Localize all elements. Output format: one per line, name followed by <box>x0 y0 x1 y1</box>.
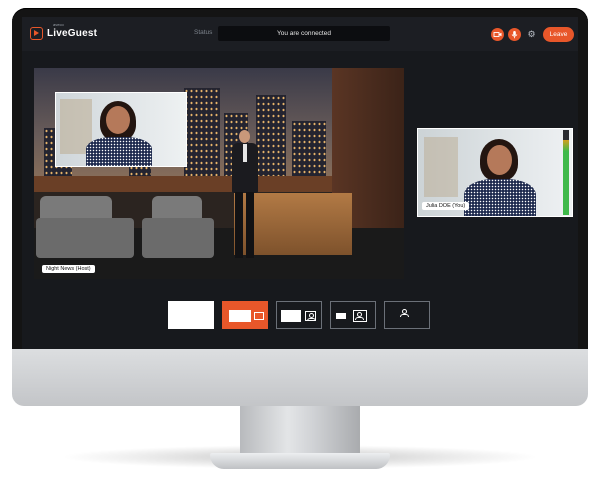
skyline-building <box>292 121 326 183</box>
layout-person-only-button[interactable] <box>384 301 430 329</box>
main-video-guest-inset <box>55 92 187 167</box>
monitor-chin <box>12 349 588 406</box>
app-subtitle: aveco <box>53 22 64 27</box>
main-video-label: Night News (Host) <box>42 265 95 273</box>
layout-frame-icon <box>336 313 346 319</box>
app-title: LiveGuest <box>47 28 98 39</box>
microphone-toggle-button[interactable] <box>508 28 521 41</box>
layout-selector <box>168 301 430 329</box>
sofa-right-seat <box>142 218 214 258</box>
self-video-label: Julia DOE (You) <box>422 202 470 210</box>
layout-frame-icon <box>229 310 251 322</box>
layout-frame-icon <box>281 310 301 322</box>
studio-wood-panel <box>34 176 334 192</box>
microphone-icon <box>511 31 518 39</box>
main-video-feed: Night News (Host) <box>34 68 404 279</box>
audio-level-meter-mask <box>563 130 569 140</box>
sofa-left-seat <box>36 218 134 258</box>
host-figure <box>232 130 258 260</box>
layout-small-frame-and-person-button[interactable] <box>330 301 376 329</box>
layout-inset-icon <box>254 312 264 320</box>
monitor-stand-neck <box>240 406 360 458</box>
leave-button[interactable]: Leave <box>543 27 574 42</box>
settings-button[interactable]: ⚙ <box>525 28 538 41</box>
status-label: Status <box>194 29 213 36</box>
layout-full-frame-button[interactable] <box>168 301 214 329</box>
top-bar: LiveGuest aveco Status You are connected… <box>22 17 578 51</box>
person-icon <box>353 310 367 322</box>
camera-toggle-button[interactable] <box>491 28 504 41</box>
logo-icon <box>30 27 43 40</box>
layout-frame-and-person-button[interactable] <box>276 301 322 329</box>
person-icon <box>305 311 316 321</box>
gear-icon: ⚙ <box>527 29 536 39</box>
monitor-stand-foot <box>210 453 390 469</box>
status-text: You are connected <box>218 26 390 41</box>
audio-level-meter <box>563 130 569 215</box>
app-screen: LiveGuest aveco Status You are connected… <box>22 17 578 349</box>
person-icon <box>399 308 416 323</box>
skyline-building <box>256 95 286 183</box>
camera-icon <box>493 32 502 37</box>
skyline-building <box>184 88 220 183</box>
app-logo: LiveGuest aveco <box>30 22 98 40</box>
layout-frame-with-inset-button[interactable] <box>222 301 268 329</box>
self-video-feed: Julia DOE (You) <box>417 128 573 217</box>
